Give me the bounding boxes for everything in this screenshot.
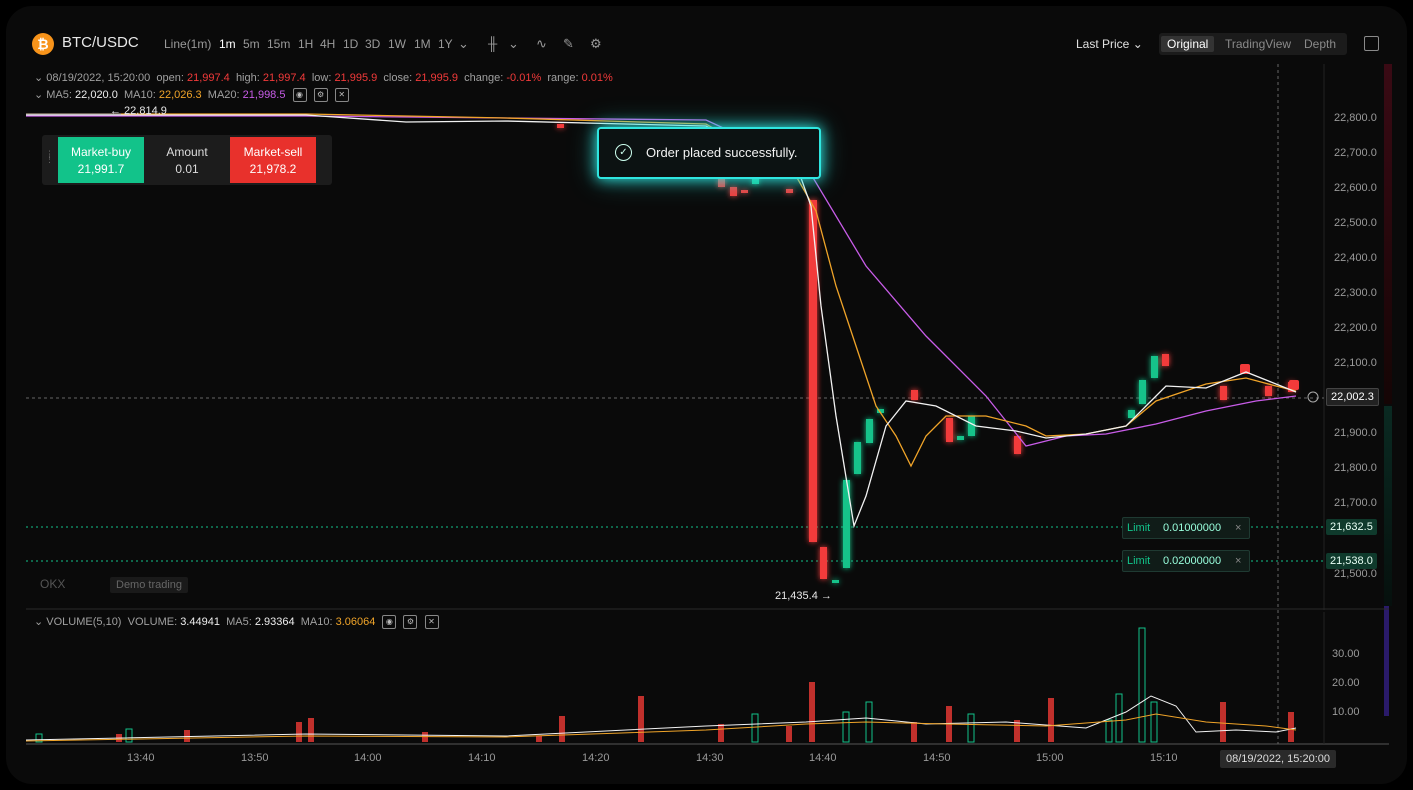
vol-ma10-value: 3.06064 [335,616,376,628]
candle [1151,356,1158,378]
sell-marker [1289,380,1299,390]
limit-label: Limit [1127,555,1151,567]
time-tick: 15:00 [1036,752,1064,764]
current-price-tag: 22,002.3 [1326,388,1379,406]
candle [1139,380,1146,404]
amount-label: Amount [166,145,208,159]
candle [957,436,964,440]
time-tick: 14:10 [468,752,496,764]
close-icon[interactable]: ✕ [424,615,439,630]
candle [1162,354,1169,366]
price-tick: 22,100.0 [1334,357,1377,369]
candle [854,442,861,474]
limit-qty: 0.02000000 [1163,555,1222,567]
price-tick: 21,700.0 [1334,497,1377,509]
crosshair-time-tag: 08/19/2022, 15:20:00 [1220,750,1336,768]
price-tick: 22,700.0 [1334,147,1377,159]
market-sell-button[interactable]: Market-sell 21,978.2 [230,137,316,183]
candle [911,390,918,400]
chevron-down-icon[interactable]: ⌄ [34,616,43,628]
market-buy-label: Market-buy [70,145,132,159]
time-tick: 14:30 [696,752,724,764]
time-tick: 14:20 [582,752,610,764]
gear-icon[interactable]: ⚙ [403,615,418,630]
volume-tick: 30.00 [1332,648,1360,660]
candle [1220,386,1227,400]
limit-price-tag-2: 21,538.0 [1326,553,1377,569]
candle [832,580,839,583]
volume-bars [35,627,1294,743]
market-buy-button[interactable]: Market-buy 21,991.7 [58,137,144,183]
eye-icon[interactable]: ◉ [382,615,397,630]
candle [730,187,737,196]
time-tick: 14:00 [354,752,382,764]
limit-qty: 0.01000000 [1163,522,1222,534]
volume-value: 3.44941 [180,616,220,628]
market-buy-price: 21,991.7 [77,162,125,176]
candle [820,547,827,579]
time-tick: 13:40 [127,752,155,764]
candle [1265,386,1272,396]
time-tick: 14:40 [809,752,837,764]
price-tick: 22,500.0 [1334,217,1377,229]
volume-depth [1384,606,1389,716]
volume-value-label: VOLUME: [127,616,178,628]
bid-depth [1384,406,1392,606]
candle [866,419,873,443]
candle [786,189,793,193]
price-tick: 22,800.0 [1334,112,1377,124]
market-sell-label: Market-sell [243,145,303,159]
volume-info: ⌄ VOLUME(5,10) VOLUME: 3.44941 MA5: 2.93… [34,615,439,630]
price-tick: 21,800.0 [1334,462,1377,474]
amount-value: 0.01 [175,162,199,176]
price-tick: 21,500.0 [1334,568,1377,580]
ask-depth [1384,64,1392,404]
high-marker: ← 22,814.9 [110,105,167,117]
vol-ma5-value: 2.93364 [254,616,295,628]
candle [946,418,953,442]
quick-trade-panel: ⋮ ⋮ Market-buy 21,991.7 Amount 0.01 Marke… [42,135,332,185]
drag-handle-icon[interactable]: ⋮ ⋮ [45,150,54,164]
vol-ma10-label: MA10: [300,616,333,628]
check-circle-icon: ✓ [615,144,632,161]
candle [741,190,748,193]
candle [557,124,564,128]
price-tick: 22,200.0 [1334,322,1377,334]
amount-field[interactable]: Amount 0.01 [144,137,230,183]
limit-order-1[interactable]: Limit 0.01000000 × [1122,517,1250,539]
volume-label: VOLUME(5,10) [46,616,122,628]
time-tick: 15:10 [1150,752,1178,764]
toast-message: Order placed successfully. [646,145,798,160]
limit-label: Limit [1127,522,1151,534]
limit-price-tag-1: 21,632.5 [1326,519,1377,535]
price-marker-icon[interactable] [1307,391,1319,403]
vol-ma5-label: MA5: [226,616,252,628]
market-sell-price: 21,978.2 [249,162,297,176]
limit-order-2[interactable]: Limit 0.02000000 × [1122,550,1250,572]
volume-tick: 10.00 [1332,706,1360,718]
price-tick: 22,600.0 [1334,182,1377,194]
time-tick: 14:50 [923,752,951,764]
candle [718,179,725,187]
close-icon[interactable]: × [1235,555,1241,567]
price-tick: 22,400.0 [1334,252,1377,264]
candle [1128,410,1135,418]
time-tick: 13:50 [241,752,269,764]
price-chart[interactable] [6,6,1407,784]
volume-tick: 20.00 [1332,677,1360,689]
app-frame: ₿ BTC/USDC Line(1m) 1m 5m 15m 1H 4H 1D 3… [6,6,1407,784]
okx-logo: OKX [40,577,66,591]
low-marker: 21,435.4 → [775,590,832,602]
candle [968,416,975,436]
order-success-toast: ✓ Order placed successfully. [597,127,821,179]
price-tick: 22,300.0 [1334,287,1377,299]
price-tick: 21,900.0 [1334,427,1377,439]
demo-trading-badge: Demo trading [110,577,189,593]
close-icon[interactable]: × [1235,522,1241,534]
